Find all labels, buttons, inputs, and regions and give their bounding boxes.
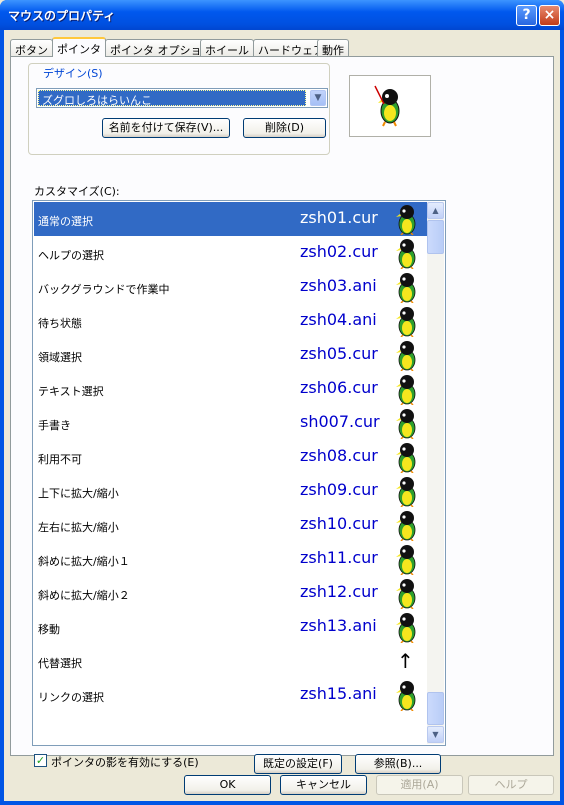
pointer-role-label: 利用不可 — [38, 453, 82, 466]
pointer-file-label: zsh13.ani — [300, 616, 377, 635]
scroll-thumb[interactable] — [427, 220, 444, 254]
bird-working-icon — [396, 273, 416, 303]
pointer-row[interactable]: 上下に拡大/縮小 zsh09.cur — [34, 474, 428, 508]
pointer-row[interactable]: ヘルプの選択 zsh02.cur — [34, 236, 428, 270]
bird-normal-icon — [396, 205, 416, 235]
tab-buttons[interactable]: ボタン — [10, 39, 53, 57]
delete-scheme-button[interactable]: 削除(D) — [243, 118, 326, 138]
bird-resize-ew-icon — [396, 511, 416, 541]
up-arrow-icon: ↑ — [397, 649, 414, 673]
help-title-button[interactable]: ? — [516, 5, 537, 26]
pointer-role-label: 斜めに拡大/縮小１ — [38, 555, 130, 568]
bird-move-icon — [396, 613, 416, 643]
pointer-file-label: zsh01.cur — [300, 208, 378, 227]
pointer-row[interactable]: 手書き sh007.cur — [34, 406, 428, 440]
pointer-file-label: zsh03.ani — [300, 276, 377, 295]
scroll-up-icon[interactable]: ▲ — [427, 202, 444, 219]
pointer-row[interactable]: 待ち状態 zsh04.ani — [34, 304, 428, 338]
pointer-role-label: 移動 — [38, 623, 60, 636]
bird-resize-nwse-icon — [396, 545, 416, 575]
pointer-file-label: zsh11.cur — [300, 548, 378, 567]
pointer-shadow-label: ポインタの影を有効にする(E) — [51, 756, 199, 769]
close-title-button[interactable]: × — [539, 5, 560, 26]
chevron-down-icon[interactable]: ▼ — [310, 90, 326, 106]
pointer-file-label: zsh12.cur — [300, 582, 378, 601]
pointer-row[interactable]: バックグラウンドで作業中 zsh03.ani — [34, 270, 428, 304]
pointer-role-label: 手書き — [38, 419, 71, 432]
scroll-down-icon[interactable]: ▼ — [427, 726, 444, 743]
pointer-role-label: テキスト選択 — [38, 385, 104, 398]
pointer-role-label: リンクの選択 — [38, 691, 104, 704]
mouse-properties-window: マウスのプロパティ ? × ボタン ポインタ ポインタ オプション ホイール ハ… — [0, 0, 564, 805]
pointer-file-label: zsh09.cur — [300, 480, 378, 499]
pointer-role-label: 斜めに拡大/縮小２ — [38, 589, 130, 602]
pointer-file-label: zsh02.cur — [300, 242, 378, 261]
cancel-button[interactable]: キャンセル — [280, 775, 367, 795]
bird-handwriting-icon — [396, 409, 416, 439]
pointer-role-label: ヘルプの選択 — [38, 249, 104, 262]
scroll-thumb-lower[interactable] — [427, 692, 444, 725]
pointer-row[interactable]: 左右に拡大/縮小 zsh10.cur — [34, 508, 428, 542]
pointer-file-label: zsh15.ani — [300, 684, 377, 703]
pointer-role-label: 上下に拡大/縮小 — [38, 487, 119, 500]
pointer-file-label: sh007.cur — [300, 412, 380, 431]
bird-busy-icon — [396, 307, 416, 337]
tab-behavior[interactable]: 動作 — [317, 39, 349, 57]
bird-resize-ns-icon — [396, 477, 416, 507]
scheme-selected-value: ズグロしろはらいんこ — [38, 90, 306, 107]
pointer-file-label: zsh06.cur — [300, 378, 378, 397]
window-title: マウスのプロパティ — [8, 9, 116, 23]
pointer-row[interactable]: 斜めに拡大/縮小１ zsh11.cur — [34, 542, 428, 576]
pointer-shadow-checkbox[interactable]: ✓ — [34, 754, 47, 767]
tab-wheel[interactable]: ホイール — [200, 39, 254, 57]
pointer-role-label: 代替選択 — [38, 657, 82, 670]
customize-label: カスタマイズ(C): — [34, 185, 120, 198]
pointer-row[interactable]: 移動 zsh13.ani — [34, 610, 428, 644]
pointer-role-label: 領域選択 — [38, 351, 82, 364]
bird-preview-icon — [374, 85, 400, 127]
tab-pointers[interactable]: ポインタ — [52, 37, 106, 57]
dialog-client-area: ボタン ポインタ ポインタ オプション ホイール ハードウェア 動作 デザイン(… — [4, 30, 560, 801]
bird-help-icon — [396, 239, 416, 269]
pointer-file-label: zsh04.ani — [300, 310, 377, 329]
pointer-file-label: zsh10.cur — [300, 514, 378, 533]
pointer-row[interactable]: リンクの選択 zsh15.ani — [34, 678, 428, 712]
save-as-button[interactable]: 名前を付けて保存(V)... — [102, 118, 230, 138]
pointer-list[interactable]: 通常の選択 zsh01.cur ヘルプの選択 zsh02.cur バックグラウンドで作業… — [32, 200, 446, 746]
apply-button[interactable]: 適用(A) — [376, 775, 463, 795]
pointer-row[interactable]: 領域選択 zsh05.cur — [34, 338, 428, 372]
bird-unavailable-icon — [396, 443, 416, 473]
pointer-row[interactable]: テキスト選択 zsh06.cur — [34, 372, 428, 406]
cursor-preview — [349, 75, 431, 137]
pointer-row[interactable]: 斜めに拡大/縮小２ zsh12.cur — [34, 576, 428, 610]
pointer-row[interactable]: 利用不可 zsh08.cur — [34, 440, 428, 474]
vertical-scrollbar[interactable]: ▲ ▼ — [427, 202, 444, 744]
pointer-file-label: zsh05.cur — [300, 344, 378, 363]
bird-resize-nesw-icon — [396, 579, 416, 609]
pointer-role-label: 通常の選択 — [38, 215, 93, 228]
ok-button[interactable]: OK — [184, 775, 271, 795]
title-bar[interactable]: マウスのプロパティ ? × — [0, 0, 564, 30]
pointer-row[interactable]: 通常の選択 zsh01.cur — [34, 202, 428, 236]
pointers-tab-panel: デザイン(S) ズグロしろはらいんこ ▼ 名前を付けて保存(V)... 削除(D… — [10, 56, 554, 774]
help-button[interactable]: ヘルプ — [468, 775, 554, 795]
pointer-row[interactable]: 代替選択 ↑ — [34, 644, 428, 678]
pointer-role-label: バックグラウンドで作業中 — [38, 283, 170, 296]
pointer-file-label: zsh08.cur — [300, 446, 378, 465]
use-default-button[interactable]: 既定の設定(F) — [254, 754, 342, 774]
browse-button[interactable]: 参照(B)... — [355, 754, 441, 774]
bird-text-icon — [396, 375, 416, 405]
pointer-role-label: 左右に拡大/縮小 — [38, 521, 119, 534]
pointer-role-label: 待ち状態 — [38, 317, 82, 330]
bird-link-icon — [396, 681, 416, 711]
design-group-label: デザイン(S) — [41, 65, 105, 81]
scheme-dropdown[interactable]: ズグロしろはらいんこ ▼ — [36, 88, 328, 108]
bird-precision-icon — [396, 341, 416, 371]
